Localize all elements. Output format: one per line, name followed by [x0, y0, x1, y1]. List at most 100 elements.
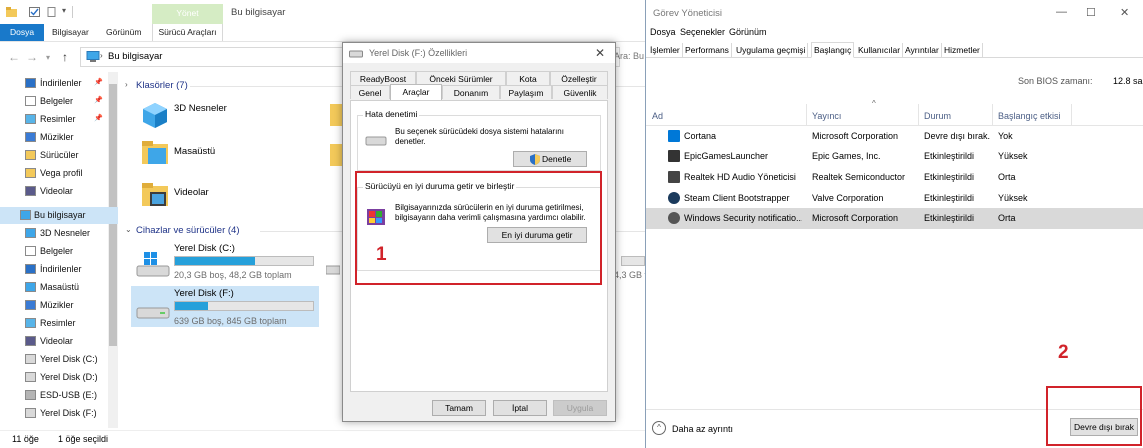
table-row[interactable]: Steam Client Bootstrapper Valve Corporati…: [646, 188, 1143, 209]
table-row[interactable]: Cortana Microsoft Corporation Devre dışı b…: [646, 126, 1143, 147]
sidebar-item[interactable]: Bu bilgisayar: [0, 207, 118, 224]
address-separator-chevron-icon[interactable]: ›: [100, 51, 103, 60]
pin-icon[interactable]: 📌: [94, 114, 103, 122]
sidebar-item[interactable]: Yerel Disk (D:): [22, 369, 118, 386]
close-icon[interactable]: ✕: [1120, 6, 1129, 19]
tab-processes[interactable]: İşlemler: [648, 43, 683, 58]
contextual-tab-title[interactable]: Yönet: [152, 8, 223, 18]
desktop-folder-icon[interactable]: [140, 138, 170, 168]
tab-users[interactable]: Kullanıcılar: [856, 43, 904, 58]
menu-options[interactable]: Seçenekler: [680, 27, 725, 37]
tab-details[interactable]: Ayrıntılar: [903, 43, 942, 58]
drives-collapse-chevron-icon[interactable]: ⌄: [125, 225, 132, 234]
check-button[interactable]: Denetle: [513, 151, 587, 167]
table-row[interactable]: Realtek HD Audio Yöneticisi Realtek Semic…: [646, 167, 1143, 188]
column-header-name[interactable]: Ad: [652, 111, 663, 121]
3d-objects-folder-icon[interactable]: [140, 100, 170, 130]
folder-label-3d-objects[interactable]: 3D Nesneler: [174, 103, 227, 114]
sidebar-item[interactable]: Müzikler: [22, 297, 118, 314]
sidebar-item[interactable]: Yerel Disk (C:): [22, 351, 118, 368]
windows-drive-icon[interactable]: [136, 250, 170, 278]
new-folder-icon[interactable]: [46, 7, 57, 17]
pin-icon[interactable]: 📌: [94, 78, 103, 86]
tab-previous-versions[interactable]: Önceki Sürümler: [416, 71, 506, 85]
sidebar-item[interactable]: Resimler: [22, 315, 118, 332]
tab-hardware[interactable]: Donanım: [442, 85, 500, 99]
sidebar-item[interactable]: Belgeler: [22, 243, 118, 260]
tab-general[interactable]: Genel: [350, 85, 390, 99]
column-separator[interactable]: [918, 104, 919, 126]
quick-access-folder-icon[interactable]: [6, 7, 17, 17]
sidebar-item[interactable]: Vega profil: [22, 165, 118, 182]
sidebar-item[interactable]: İndirilenler 📌: [22, 75, 118, 92]
drive-icon[interactable]: [136, 302, 170, 322]
sidebar-item[interactable]: Belgeler 📌: [22, 93, 118, 110]
sidebar-item[interactable]: Masaüstü: [22, 279, 118, 296]
folders-collapse-chevron-icon[interactable]: ›: [125, 80, 128, 89]
tab-app-history[interactable]: Uygulama geçmişi: [734, 43, 809, 58]
maximize-icon[interactable]: ☐: [1086, 6, 1096, 19]
fewer-details-link[interactable]: Daha az ayrıntı: [672, 424, 733, 434]
back-arrow-icon[interactable]: ←: [8, 50, 20, 64]
ribbon-tab-view[interactable]: Görünüm: [106, 24, 141, 41]
properties-check-icon[interactable]: [29, 7, 40, 17]
speaker-icon: [668, 171, 680, 183]
apply-button[interactable]: Uygula: [553, 400, 607, 416]
sidebar-item[interactable]: Videolar: [22, 183, 118, 200]
recent-locations-chevron-icon[interactable]: ▾: [46, 53, 50, 62]
sidebar-item[interactable]: İndirilenler: [22, 261, 118, 278]
cell-status: Etkinleştirildi: [924, 151, 975, 161]
sidebar-item[interactable]: 3D Nesneler: [22, 225, 118, 242]
search-box-placeholder[interactable]: Ara: Bu: [614, 51, 644, 61]
tab-sharing[interactable]: Paylaşım: [500, 85, 552, 99]
drive-name-c[interactable]: Yerel Disk (C:): [174, 243, 235, 254]
cell-publisher: Epic Games, Inc.: [812, 151, 881, 161]
sidebar-item[interactable]: Sürücüler: [22, 147, 118, 164]
quick-access-dropdown-icon[interactable]: ▾: [62, 6, 66, 15]
sidebar-item[interactable]: Videolar: [22, 333, 118, 350]
tab-security[interactable]: Güvenlik: [552, 85, 608, 99]
ribbon-tab-drive-tools[interactable]: Sürücü Araçları: [152, 24, 223, 41]
drives-section-heading[interactable]: Cihazlar ve sürücüler (4): [136, 225, 239, 236]
explorer-titlebar: [0, 0, 645, 24]
chevron-up-icon[interactable]: ^: [652, 421, 666, 435]
column-separator[interactable]: [806, 104, 807, 126]
cell-impact: Yüksek: [998, 151, 1028, 161]
folder-label-desktop[interactable]: Masaüstü: [174, 146, 215, 157]
table-row[interactable]: Windows Security notificatio... Microsoft…: [646, 208, 1143, 229]
tab-readyboost[interactable]: ReadyBoost: [350, 71, 416, 85]
tab-tools[interactable]: Araçlar: [390, 84, 442, 100]
sidebar-item[interactable]: Müzikler: [22, 129, 118, 146]
videos-folder-icon[interactable]: [140, 180, 170, 210]
tab-services[interactable]: Hizmetler: [942, 43, 983, 58]
menu-file[interactable]: Dosya: [650, 27, 676, 37]
folder-label-videos[interactable]: Videolar: [174, 187, 209, 198]
pin-icon[interactable]: 📌: [94, 96, 103, 104]
drive-name-f[interactable]: Yerel Disk (F:): [174, 288, 234, 299]
up-arrow-icon[interactable]: ↑: [62, 50, 68, 64]
address-text[interactable]: Bu bilgisayar: [108, 51, 162, 62]
cell-publisher: Realtek Semiconductor: [812, 172, 906, 182]
sidebar-item[interactable]: Resimler 📌: [22, 111, 118, 128]
tab-performance[interactable]: Performans: [683, 43, 732, 58]
table-row[interactable]: EpicGamesLauncher Epic Games, Inc. Etkinle…: [646, 146, 1143, 167]
cancel-button[interactable]: İptal: [493, 400, 547, 416]
forward-arrow-icon[interactable]: →: [26, 50, 38, 64]
column-header-impact[interactable]: Başlangıç etkisi: [998, 111, 1061, 121]
minimize-icon[interactable]: —: [1056, 6, 1067, 18]
tab-customize[interactable]: Özelleştir: [550, 71, 608, 85]
close-icon[interactable]: ✕: [595, 46, 605, 60]
sidebar-item[interactable]: Yerel Disk (F:): [22, 405, 118, 422]
sidebar-item[interactable]: ESD-USB (E:): [22, 387, 118, 404]
column-header-status[interactable]: Durum: [924, 111, 951, 121]
tab-quota[interactable]: Kota: [506, 71, 550, 85]
ok-button[interactable]: Tamam: [432, 400, 486, 416]
ribbon-tab-computer[interactable]: Bilgisayar: [52, 24, 89, 41]
tab-startup[interactable]: Başlangıç: [811, 42, 855, 58]
column-separator[interactable]: [992, 104, 993, 126]
column-header-publisher[interactable]: Yayıncı: [812, 111, 841, 121]
folders-section-heading[interactable]: Klasörler (7): [136, 80, 188, 91]
menu-view[interactable]: Görünüm: [729, 27, 767, 37]
ribbon-tab-file[interactable]: Dosya: [0, 24, 44, 41]
column-separator[interactable]: [1071, 104, 1072, 126]
